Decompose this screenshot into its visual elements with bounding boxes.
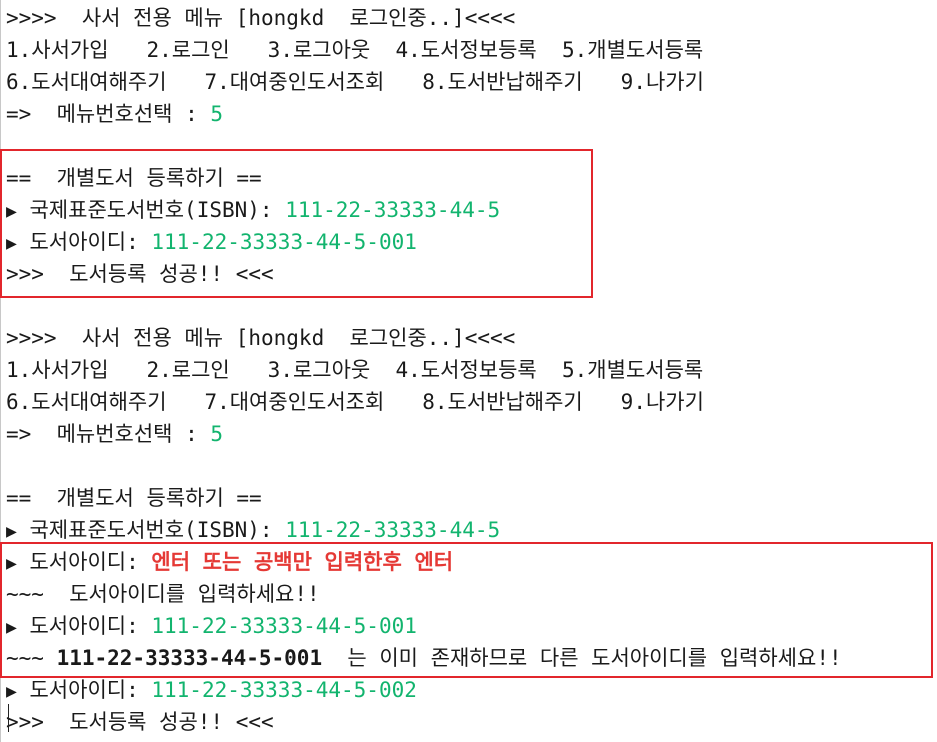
arrow-icon: ▶ [6,681,17,702]
menu-select-prompt: => 메뉴번호선택 : [6,422,211,446]
success-message: >>> 도서등록 성공!! <<< [6,710,274,734]
isbn-label: 국제표준도서번호(ISBN): [16,518,286,542]
menu-select-input: 5 [210,422,224,446]
text-cursor [8,704,9,732]
bookid-final-line: ▶ 도서아이디: 111-22-33333-44-5-002 [6,674,937,706]
highlight-box-registration [0,149,593,298]
isbn-input: 111-22-33333-44-5 [285,518,501,542]
menu-row-1: 1.사서가입 2.로그인 3.로그아웃 4.도서정보등록 5.개별도서등록 [6,358,704,382]
section-title: == 개별도서 등록하기 == [6,486,262,510]
menu-select-line: => 메뉴번호선택 : 5 [6,418,937,450]
highlight-box-duplicate-check [0,542,933,678]
menu-select-line: => 메뉴번호선택 : 5 [6,98,937,130]
menu-row-2: 6.도서대여해주기 7.대여중인도서조회 8.도서반납해주기 9.나가기 [6,70,704,94]
arrow-icon: ▶ [6,521,17,542]
menu-header: >>>> 사서 전용 메뉴 [hongkd 로그인중..]<<<< [6,326,516,350]
bookid-label: 도서아이디: [16,678,152,702]
menu-header: >>>> 사서 전용 메뉴 [hongkd 로그인중..]<<<< [6,6,516,30]
menu-row-1: 1.사서가입 2.로그인 3.로그아웃 4.도서정보등록 5.개별도서등록 [6,38,704,62]
menu-row-2: 6.도서대여해주기 7.대여중인도서조회 8.도서반납해주기 9.나가기 [6,390,704,414]
bookid-final-input: 111-22-33333-44-5-002 [151,678,417,702]
menu-select-input: 5 [210,102,224,126]
menu-select-prompt: => 메뉴번호선택 : [6,102,211,126]
